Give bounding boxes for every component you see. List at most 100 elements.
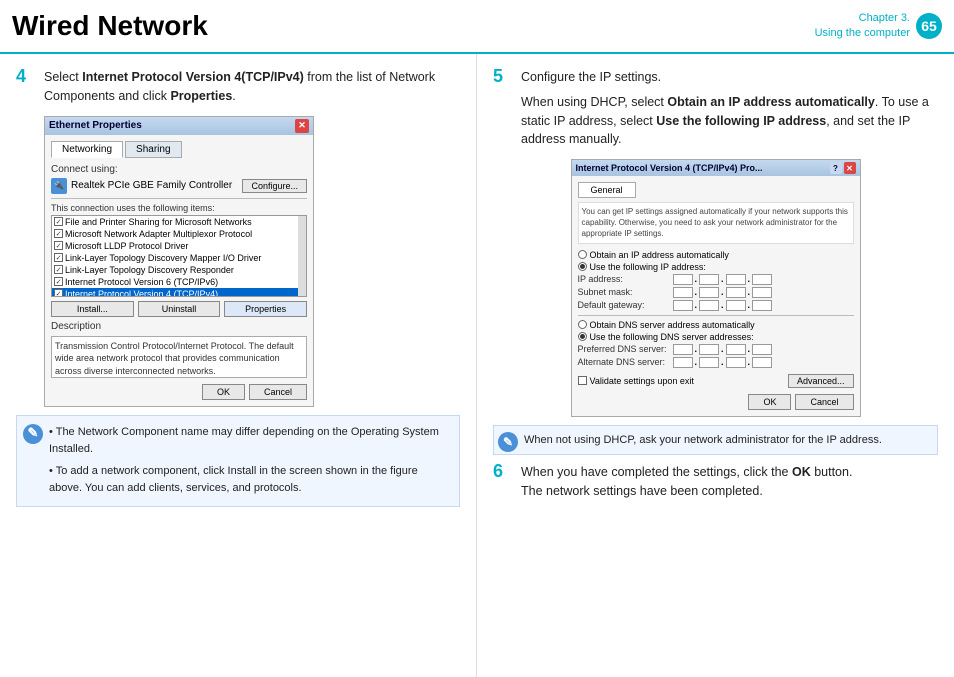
step-6-row: 6 When you have completed the settings, … [493,463,938,501]
ip-seg-3[interactable] [726,274,746,285]
step6-bold: OK [792,465,811,479]
ip-input[interactable]: . . . [673,274,773,285]
list-item-label: Microsoft Network Adapter Multiplexor Pr… [65,229,252,239]
uninstall-button[interactable]: Uninstall [138,301,221,317]
gw-dot-3: . [748,300,751,310]
ip-seg-4[interactable] [752,274,772,285]
main-content: 4 Select Internet Protocol Version 4(TCP… [0,54,954,677]
ip-dot-2: . [721,274,724,284]
step4-text-after: . [232,89,235,103]
validate-checkbox[interactable] [578,376,587,385]
dialog-ok-button[interactable]: OK [202,384,245,400]
note-4-bullet-1: • The Network Component name may differ … [49,424,449,459]
ip-dialog-body: General You can get IP settings assigned… [572,176,860,416]
radio-obtain-auto[interactable]: Obtain an IP address automatically [578,250,854,260]
pdns-dot-3: . [748,344,751,354]
ip-dialog-title: Internet Protocol Version 4 (TCP/IPv4) P… [576,163,763,173]
adns-seg-3[interactable] [726,357,746,368]
pdns-seg-3[interactable] [726,344,746,355]
gateway-input[interactable]: . . . [673,300,773,311]
step6-line2: The network settings have been completed… [521,482,852,501]
list-item[interactable]: Internet Protocol Version 6 (TCP/IPv6) [52,276,306,288]
gw-seg-2[interactable] [699,300,719,311]
install-button[interactable]: Install... [51,301,134,317]
checkbox-icon[interactable] [54,289,63,297]
subnet-input[interactable]: . . . [673,287,773,298]
list-item[interactable]: Microsoft LLDP Protocol Driver [52,240,306,252]
note-4-bullet-2: • To add a network component, click Inst… [49,463,449,498]
checkbox-icon[interactable] [54,229,63,238]
list-item[interactable]: Microsoft Network Adapter Multiplexor Pr… [52,228,306,240]
help-button[interactable]: ? [830,162,842,174]
pdns-seg-1[interactable] [673,344,693,355]
close-button[interactable]: ✕ [844,162,856,174]
dns-radio-auto-label: Obtain DNS server address automatically [590,320,755,330]
properties-button[interactable]: Properties [224,301,307,317]
gw-seg-3[interactable] [726,300,746,311]
checkbox-icon[interactable] [54,253,63,262]
dns-radio-auto[interactable]: Obtain DNS server address automatically [578,320,854,330]
adapter-row: 🔌 Realtek PCIe GBE Family Controller Con… [51,178,307,194]
dns-radio-manual[interactable]: Use the following DNS server addresses: [578,332,854,342]
alternate-dns-input[interactable]: . . . [673,357,773,368]
dialog-close-button[interactable]: ✕ [295,119,309,133]
ip-cancel-button[interactable]: Cancel [795,394,853,410]
step5-p1-bold: Obtain an IP address automatically [667,95,874,109]
subnet-dot-3: . [748,287,751,297]
network-items-list[interactable]: File and Printer Sharing for Microsoft N… [51,215,307,297]
radio-use-following[interactable]: Use the following IP address: [578,262,854,272]
subnet-seg-3[interactable] [726,287,746,298]
adns-seg-4[interactable] [752,357,772,368]
ip-ok-button[interactable]: OK [748,394,791,410]
adns-seg-1[interactable] [673,357,693,368]
list-scrollbar[interactable] [298,216,306,296]
step-5-number: 5 [493,66,515,87]
validate-check-row[interactable]: Validate settings upon exit [578,376,694,386]
step5-para1: When using DHCP, select Obtain an IP add… [521,93,938,149]
tab-general[interactable]: General [578,182,636,198]
alternate-dns-label: Alternate DNS server: [578,357,673,367]
right-column: 5 Configure the IP settings. When using … [477,54,954,677]
adns-dot-3: . [748,357,751,367]
subnet-seg-1[interactable] [673,287,693,298]
list-item[interactable]: Link-Layer Topology Discovery Mapper I/O… [52,252,306,264]
advanced-button[interactable]: Advanced... [788,374,854,388]
list-item[interactable]: File and Printer Sharing for Microsoft N… [52,216,306,228]
step6-after: button. [811,465,853,479]
dialog-tabs: Networking Sharing [51,141,307,158]
checkbox-icon[interactable] [54,217,63,226]
adns-seg-2[interactable] [699,357,719,368]
gw-seg-1[interactable] [673,300,693,311]
note-box-5: ✎ When not using DHCP, ask your network … [493,425,938,456]
gw-seg-4[interactable] [752,300,772,311]
list-item[interactable]: Link-Layer Topology Discovery Responder [52,264,306,276]
configure-button[interactable]: Configure... [242,179,307,193]
list-item-label: File and Printer Sharing for Microsoft N… [65,217,252,227]
connect-using-label: Connect using: [51,164,307,175]
step4-bold1: Internet Protocol Version 4(TCP/IPv4) [82,70,304,84]
chapter-info: Chapter 3. Using the computer [815,11,910,42]
ip-seg-1[interactable] [673,274,693,285]
ip-seg-2[interactable] [699,274,719,285]
checkbox-icon[interactable] [54,241,63,250]
pdns-seg-2[interactable] [699,344,719,355]
subnet-seg-2[interactable] [699,287,719,298]
dialog-titlebar: Ethernet Properties ✕ [45,117,313,135]
dialog-cancel-button[interactable]: Cancel [249,384,307,400]
ip-dialog-tabs: General [578,182,854,198]
checkbox-icon[interactable] [54,277,63,286]
checkbox-icon[interactable] [54,265,63,274]
tab-networking[interactable]: Networking [51,141,123,158]
dialog-body: Networking Sharing Connect using: 🔌 Real… [45,135,313,406]
ip-dot-3: . [748,274,751,284]
tab-sharing[interactable]: Sharing [125,141,181,158]
step5-p1-bold2: Use the following IP address [656,114,826,128]
gateway-label: Default gateway: [578,300,673,310]
preferred-dns-input[interactable]: . . . [673,344,773,355]
ethernet-properties-dialog: Ethernet Properties ✕ Networking Sharing… [44,116,314,407]
list-item-selected[interactable]: Internet Protocol Version 4 (TCP/IPv4) [52,288,306,297]
subnet-seg-4[interactable] [752,287,772,298]
pdns-seg-4[interactable] [752,344,772,355]
adns-dot-1: . [695,357,698,367]
preferred-dns-row: Preferred DNS server: . . . [578,344,854,355]
